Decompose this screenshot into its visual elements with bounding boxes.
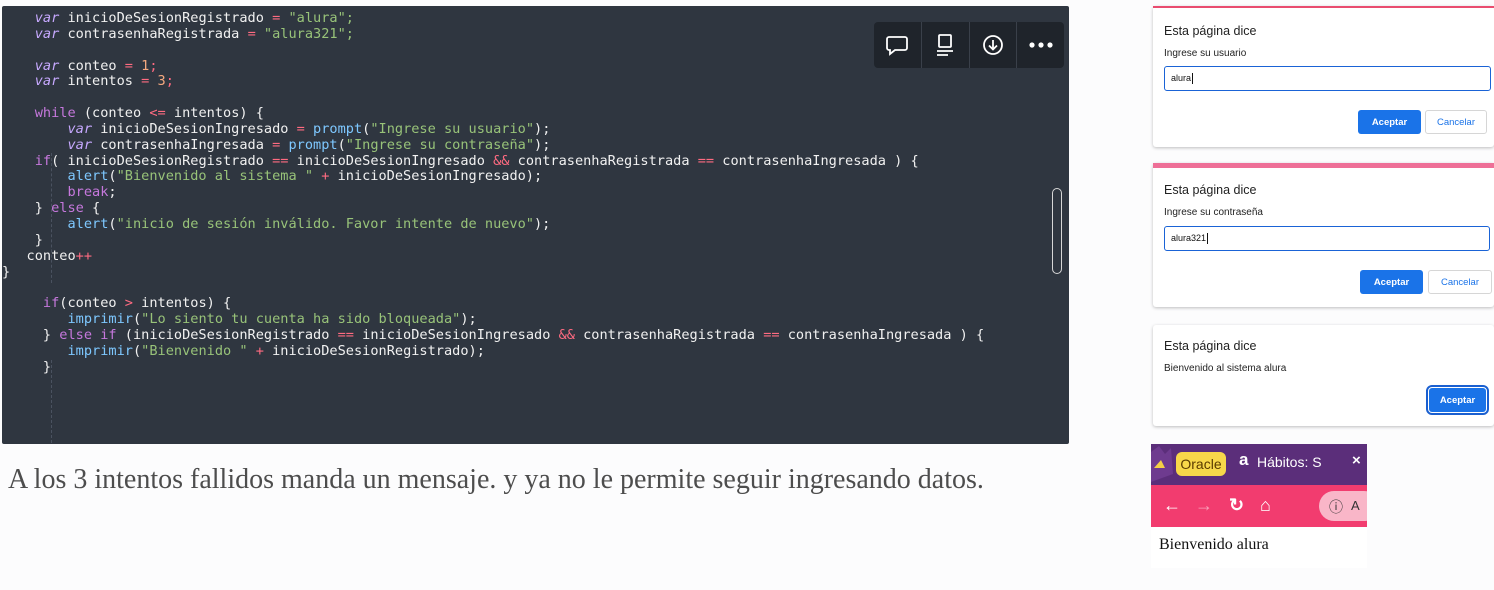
dialog-message: Ingrese su usuario	[1164, 48, 1247, 59]
prompt-dialog-password: Esta página dice Ingrese su contraseña a…	[1153, 163, 1494, 307]
scrollbar-thumb[interactable]	[1052, 188, 1062, 274]
code-line: break;	[67, 184, 117, 201]
document-icon	[937, 34, 954, 56]
comment-icon	[886, 36, 909, 56]
code-line: if(conteo > intentos) {	[42, 295, 232, 312]
address-text: A	[1351, 498, 1360, 513]
info-icon[interactable]: ⓘ	[1329, 497, 1343, 517]
alert-dialog: Esta página dice Bienvenido al sistema a…	[1153, 325, 1494, 426]
prompt-dialog-user: Esta página dice Ingrese su usuario alur…	[1153, 6, 1494, 147]
code-line: imprimir("Lo siento tu cuenta ha sido bl…	[67, 311, 477, 328]
code-line: } else {	[2, 200, 101, 217]
code-line: imprimir("Bienvenido " + inicioDeSesionR…	[67, 342, 485, 359]
tab-habitos[interactable]: Hábitos: S	[1257, 454, 1322, 470]
code-line: var intentos = 3;	[34, 73, 174, 90]
username-input[interactable]: alura	[1164, 66, 1491, 91]
code-line: }	[2, 358, 52, 375]
download-icon	[982, 35, 1003, 55]
code-line: alert("inicio de sesión inválido. Favor …	[67, 215, 551, 232]
code-toolbar	[874, 22, 1064, 68]
code-line: var inicioDeSesionRegistrado = "alura";	[34, 10, 354, 26]
code-line: if( inicioDeSesionRegistrado == inicioDe…	[34, 152, 919, 169]
dialog-message: Bienvenido al sistema alura	[1164, 363, 1287, 374]
accept-button[interactable]: Aceptar	[1426, 385, 1489, 415]
comment-button[interactable]	[874, 22, 922, 68]
input-value: alura	[1171, 73, 1192, 83]
cancel-button[interactable]: Cancelar	[1425, 110, 1487, 134]
document-button[interactable]	[922, 22, 970, 68]
back-icon[interactable]: ←	[1163, 495, 1181, 515]
code-line: }	[2, 231, 43, 248]
code-line: var inicioDeSesionIngresado = prompt("In…	[67, 120, 551, 137]
caption-text: A los 3 intentos fallidos manda un mensa…	[8, 464, 984, 495]
home-icon[interactable]: ⌂	[1260, 495, 1271, 515]
address-bar[interactable]: ⓘ A	[1319, 491, 1367, 521]
code-line: var contrasenhaRegistrada = "alura321";	[34, 25, 354, 42]
tab-close-icon[interactable]: ×	[1352, 452, 1361, 469]
code-line: while (conteo <= intentos) {	[34, 105, 264, 122]
download-button[interactable]	[970, 22, 1018, 68]
password-input[interactable]: alura321	[1164, 226, 1490, 251]
reload-icon[interactable]: ↻	[1229, 495, 1244, 515]
text-caret	[1207, 233, 1209, 245]
forward-icon[interactable]: →	[1195, 495, 1213, 515]
more-button[interactable]	[1017, 22, 1064, 68]
code-text: var inicioDeSesionRegistrado = "alura"; …	[2, 10, 985, 375]
code-line: var conteo = 1;	[34, 57, 158, 74]
dialog-title: Esta página dice	[1164, 183, 1257, 197]
input-value: alura321	[1171, 233, 1207, 243]
code-line: } else if (inicioDeSesionRegistrado == i…	[2, 326, 985, 343]
more-icon	[1029, 42, 1053, 48]
code-line: }	[2, 263, 11, 280]
page-message: Bienvenido alura	[1159, 536, 1269, 553]
browser-snippet: Oracle a Hábitos: S × ← → ↻ ⌂ ⓘ A Bienve…	[1151, 444, 1367, 568]
code-block: var inicioDeSesionRegistrado = "alura"; …	[2, 6, 1069, 444]
dialog-accent-bar	[1153, 163, 1494, 168]
cancel-button[interactable]: Cancelar	[1428, 270, 1492, 294]
dialog-message: Ingrese su contraseña	[1164, 207, 1263, 218]
text-caret	[1192, 73, 1194, 85]
tab-strip: Oracle a Hábitos: S ×	[1151, 444, 1367, 485]
dialog-title: Esta página dice	[1164, 24, 1257, 38]
browser-navbar: ← → ↻ ⌂ ⓘ A	[1151, 485, 1367, 527]
code-line: alert("Bienvenido al sistema " + inicioD…	[67, 168, 543, 185]
code-line: var contrasenhaIngresada = prompt("Ingre…	[67, 136, 551, 153]
tab-decoration-icon	[1151, 446, 1173, 482]
code-line: conteo++	[2, 247, 93, 264]
tab-oracle[interactable]: Oracle	[1176, 452, 1226, 476]
dialog-accent-bar	[1153, 6, 1494, 8]
dialog-title: Esta página dice	[1164, 339, 1257, 353]
accept-button[interactable]: Aceptar	[1358, 110, 1421, 134]
alura-tab-icon: a	[1239, 450, 1249, 469]
accept-button[interactable]: Aceptar	[1360, 270, 1423, 294]
